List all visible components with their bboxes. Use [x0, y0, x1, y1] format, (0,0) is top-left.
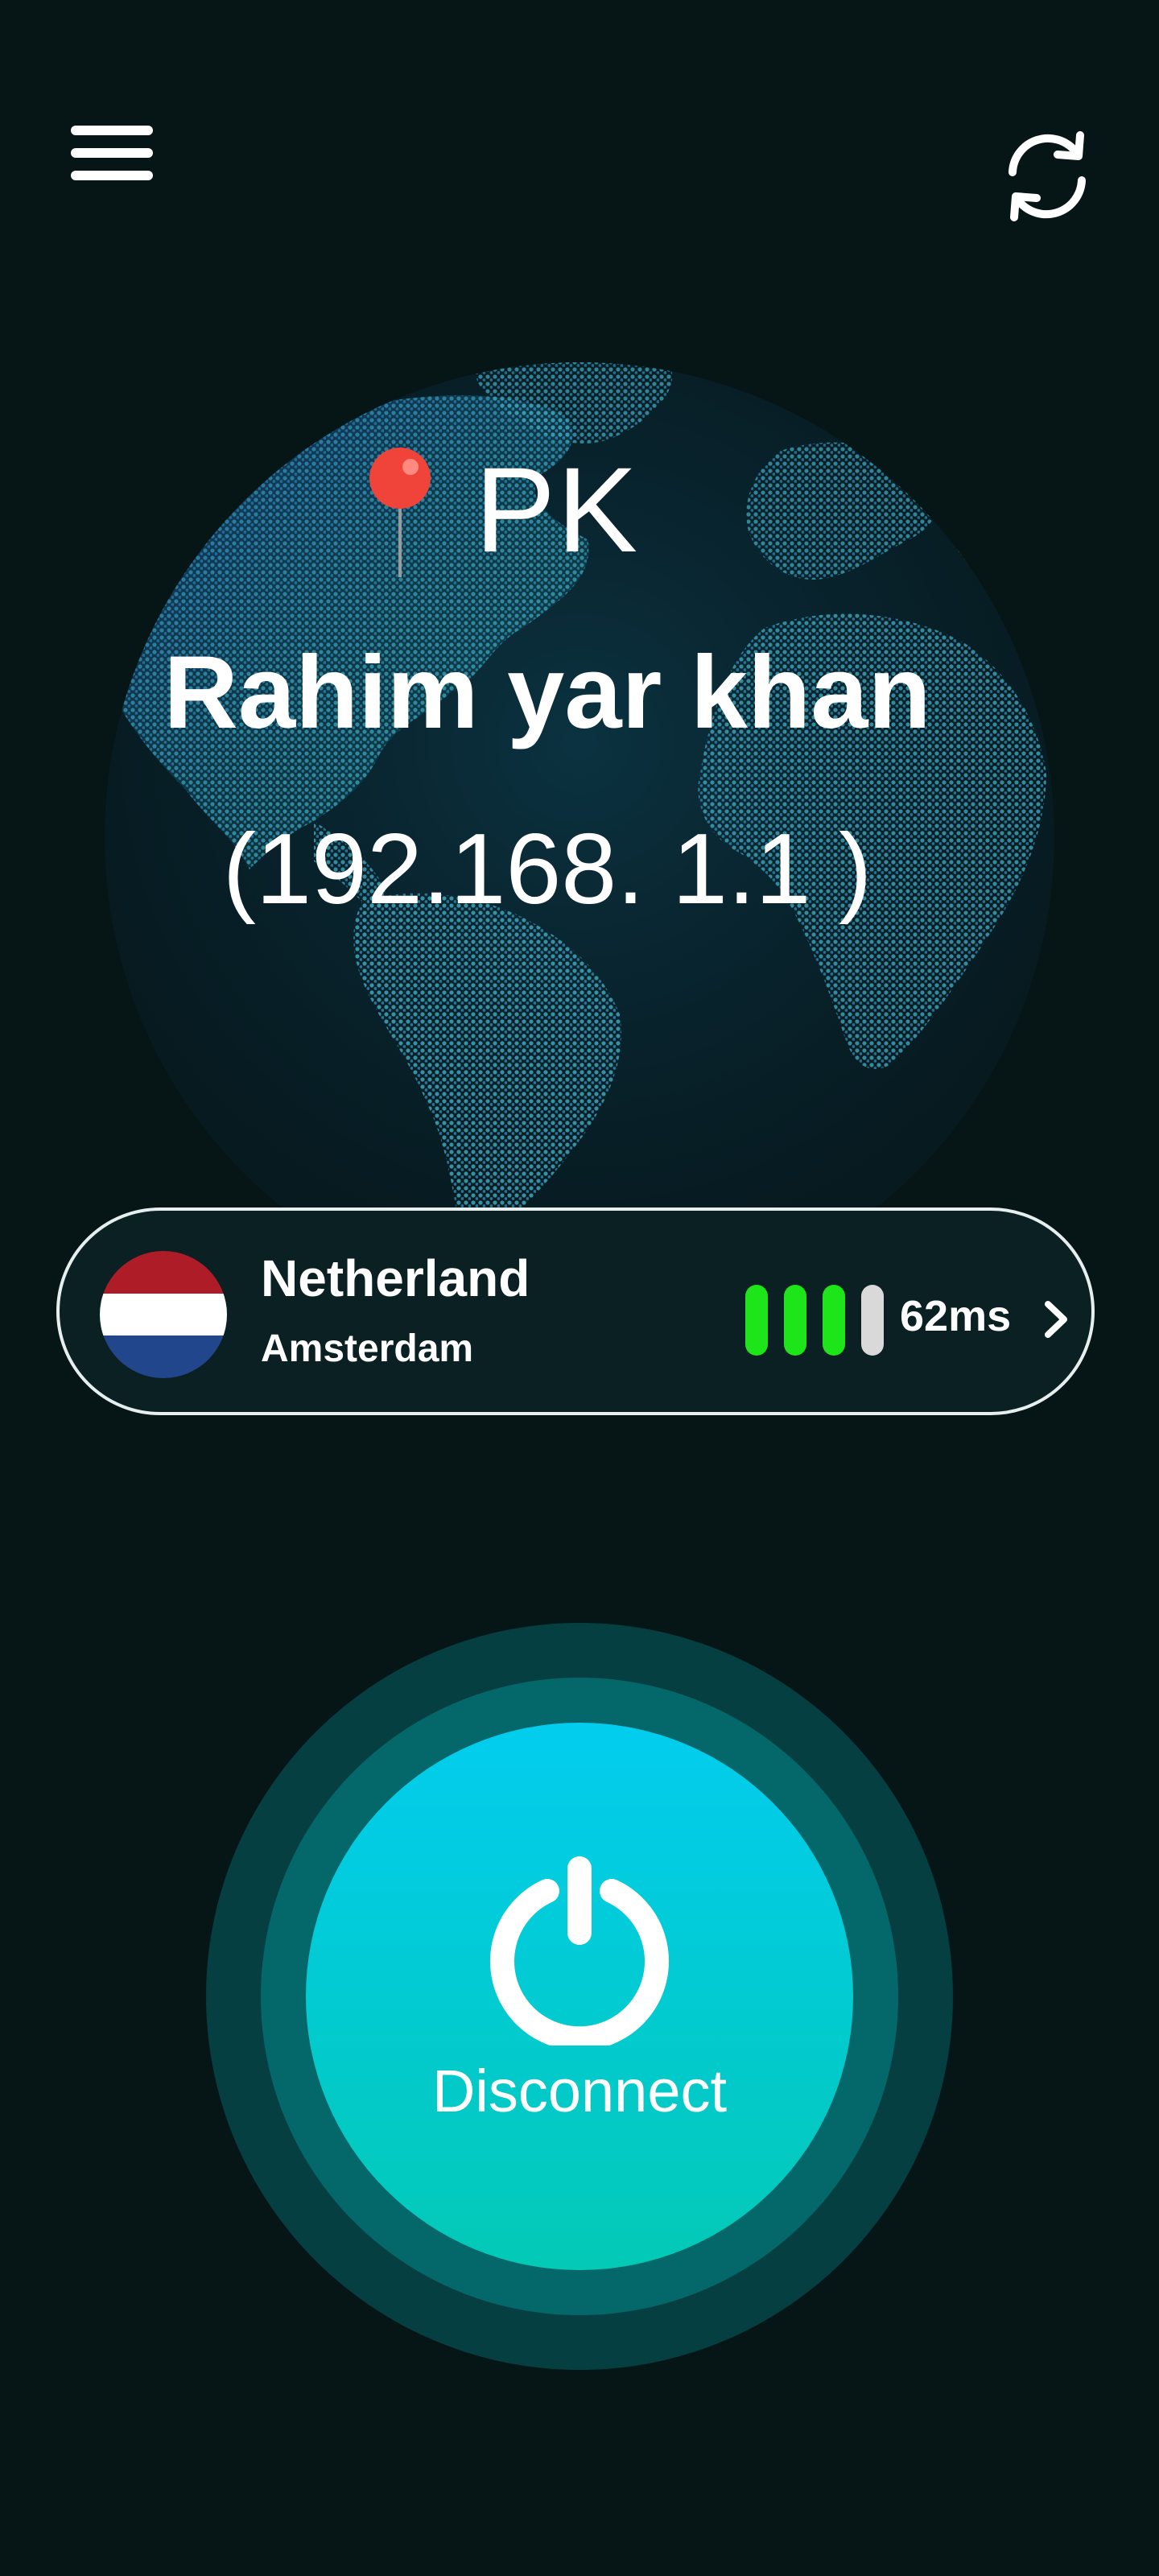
- signal-bar: [823, 1285, 845, 1356]
- signal-bar: [861, 1285, 884, 1356]
- server-city: Amsterdam: [261, 1327, 474, 1370]
- disconnect-button[interactable]: Disconnect: [306, 1723, 853, 2270]
- signal-bar: [784, 1285, 806, 1356]
- netherlands-flag-icon: [100, 1251, 227, 1378]
- refresh-button[interactable]: [998, 127, 1096, 225]
- refresh-icon: [1008, 131, 1086, 221]
- map-pin-icon: [369, 448, 431, 577]
- vpn-home-screen: PK Rahim yar khan (192.168. 1.1 ) Nether…: [0, 0, 1159, 2576]
- ip-address: (192.168. 1.1 ): [222, 814, 872, 925]
- server-selector[interactable]: Netherland Amsterdam 62ms: [56, 1208, 1095, 1415]
- city-name: Rahim yar khan: [163, 635, 931, 750]
- power-icon: [490, 1856, 669, 2046]
- country-code: PK: [475, 442, 640, 577]
- signal-bar: [745, 1285, 768, 1356]
- signal-strength-icon: [745, 1285, 890, 1356]
- disconnect-label: Disconnect: [431, 2058, 728, 2124]
- ping-value: 62ms: [900, 1292, 1012, 1340]
- server-country: Netherland: [261, 1249, 530, 1307]
- menu-button[interactable]: [64, 121, 155, 185]
- chevron-right-icon: [1045, 1301, 1067, 1338]
